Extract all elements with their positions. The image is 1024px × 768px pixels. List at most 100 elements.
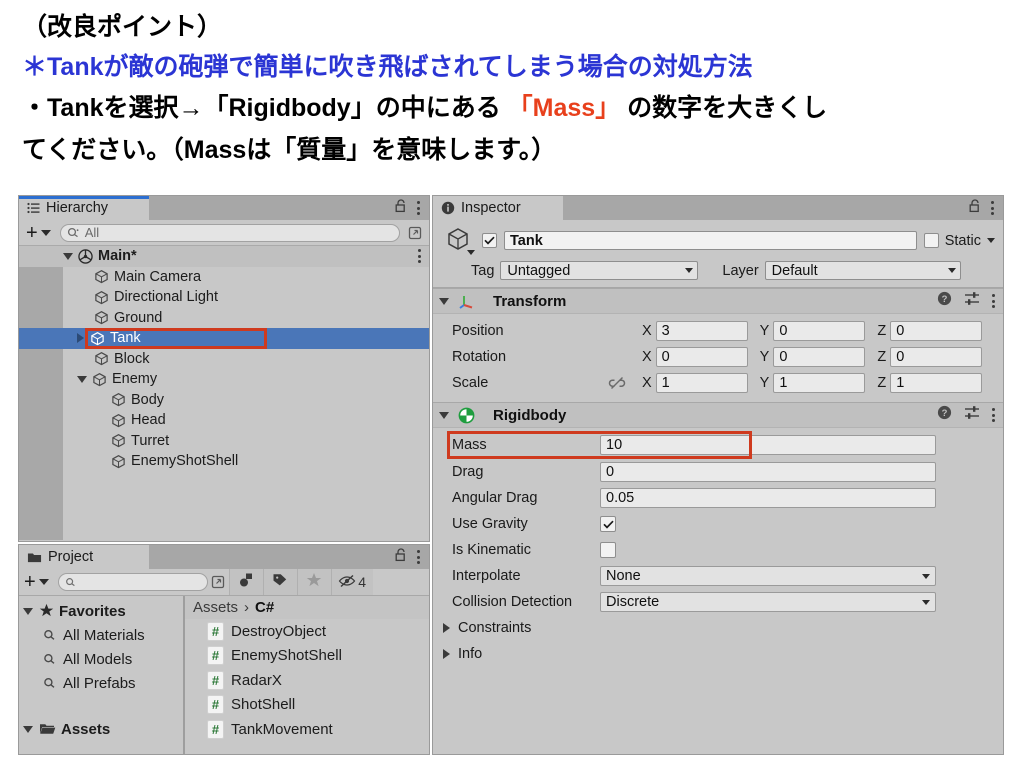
filter-by-type-button[interactable] (228, 569, 263, 595)
hierarchy-item-body[interactable]: Body (19, 390, 429, 411)
tab-hierarchy[interactable]: Hierarchy (19, 196, 149, 220)
help-circle-icon[interactable]: ? (937, 291, 952, 311)
component-header-rigidbody[interactable]: Rigidbody ? (433, 402, 1003, 428)
property-row-rotation: Rotation X 0 Y 0 Z 0 (433, 344, 1003, 370)
chevron-down-icon[interactable] (63, 252, 73, 260)
scale-y-field[interactable]: 1 (773, 373, 866, 393)
rotation-z-field[interactable]: 0 (890, 347, 983, 367)
position-z-field[interactable]: 0 (890, 321, 983, 341)
interpolate-dropdown[interactable]: None (600, 566, 936, 586)
project-search-expand-button[interactable] (208, 572, 229, 592)
kebab-menu-icon[interactable] (991, 201, 994, 215)
hierarchy-item-tank[interactable]: Tank (19, 328, 429, 349)
project-tree-all-materials[interactable]: All Materials (19, 623, 183, 647)
project-tree-label: All Materials (63, 626, 145, 644)
chevron-down-icon[interactable] (987, 238, 995, 243)
position-x-field[interactable]: 3 (655, 321, 748, 341)
scale-x-field[interactable]: 1 (655, 373, 748, 393)
property-row-info[interactable]: Info (433, 641, 1003, 667)
hierarchy-item-directional-light[interactable]: Directional Light (19, 287, 429, 308)
axis-label-x: X (642, 375, 652, 391)
hidden-assets-button[interactable]: 4 (330, 569, 373, 595)
tag-dropdown[interactable]: Untagged (500, 261, 699, 280)
project-search-input[interactable] (57, 573, 208, 591)
broken-link-icon[interactable] (608, 376, 642, 390)
hierarchy-item-enemy[interactable]: Enemy (19, 369, 429, 390)
hierarchy-item-label: Main Camera (114, 268, 202, 285)
chevron-right-icon[interactable] (77, 333, 84, 344)
hierarchy-item-enemyshotshell[interactable]: EnemyShotShell (19, 451, 429, 472)
breadcrumb-root[interactable]: Assets (193, 599, 238, 616)
search-icon (43, 629, 57, 642)
kebab-menu-icon[interactable] (992, 294, 995, 308)
hierarchy-tabbar: Hierarchy (19, 196, 429, 220)
hierarchy-item-main-camera[interactable]: Main Camera (19, 267, 429, 288)
create-object-button[interactable]: + (23, 223, 56, 243)
file-name: TankMovement (231, 720, 333, 738)
create-asset-button[interactable]: + (21, 572, 54, 592)
chevron-down-icon[interactable] (23, 725, 33, 733)
project-tree[interactable]: Favorites All Materials All Models All P… (19, 596, 185, 754)
svg-text:?: ? (942, 294, 948, 305)
static-checkbox[interactable] (923, 233, 939, 248)
rotation-x-field[interactable]: 0 (655, 347, 748, 367)
hierarchy-item-turret[interactable]: Turret (19, 431, 429, 452)
property-label: Info (458, 646, 483, 662)
kebab-menu-icon[interactable] (417, 201, 420, 215)
tab-inspector[interactable]: Inspector (433, 196, 563, 220)
project-toolbar: + 4 (19, 569, 429, 596)
chevron-down-icon[interactable] (439, 411, 449, 419)
hierarchy-search-input[interactable]: All (59, 223, 400, 242)
list-item[interactable]: # TankMovement (185, 717, 429, 742)
tab-project[interactable]: Project (19, 545, 149, 569)
game-object-cube-icon[interactable] (441, 226, 475, 255)
project-tree-all-models[interactable]: All Models (19, 647, 183, 671)
filter-by-favorite-button[interactable] (296, 569, 331, 595)
hierarchy-item-label: Enemy (112, 371, 158, 388)
project-tree-favorites[interactable]: Favorites (19, 599, 183, 623)
chevron-down-icon[interactable] (23, 607, 33, 615)
list-item[interactable]: # EnemyShotShell (185, 644, 429, 669)
preset-sliders-icon[interactable] (964, 405, 980, 425)
chevron-down-icon[interactable] (439, 297, 449, 305)
hierarchy-item-ground[interactable]: Ground (19, 308, 429, 329)
scale-z-field[interactable]: 1 (890, 373, 983, 393)
filter-by-label-button[interactable] (262, 569, 297, 595)
position-y-field[interactable]: 0 (773, 321, 866, 341)
project-tree-all-prefabs[interactable]: All Prefabs (19, 671, 183, 695)
help-circle-icon[interactable]: ? (937, 405, 952, 425)
hierarchy-scene-row[interactable]: Main* (19, 246, 429, 267)
is-kinematic-checkbox[interactable] (600, 542, 616, 558)
object-enabled-checkbox[interactable] (482, 233, 497, 248)
layer-dropdown[interactable]: Default (764, 261, 961, 280)
preset-sliders-icon[interactable] (964, 291, 980, 311)
kebab-menu-icon[interactable] (992, 408, 995, 422)
lock-open-icon[interactable] (969, 198, 981, 218)
lock-open-icon[interactable] (395, 198, 407, 218)
collision-detection-dropdown[interactable]: Discrete (600, 592, 936, 612)
component-header-transform[interactable]: Transform ? (433, 288, 1003, 314)
rotation-y-field[interactable]: 0 (773, 347, 866, 367)
project-content[interactable]: Assets › C# # DestroyObject # EnemyShotS… (185, 596, 429, 754)
hierarchy-item-label: Tank (110, 330, 141, 347)
object-name-field[interactable]: Tank (504, 231, 917, 250)
hierarchy-item-block[interactable]: Block (19, 349, 429, 370)
mass-field[interactable]: 10 (600, 435, 936, 455)
project-tree-assets[interactable]: Assets (19, 717, 183, 741)
property-label: Rotation (452, 349, 507, 365)
hierarchy-tree[interactable]: Main* Main Camera Directional Light Grou… (19, 246, 429, 540)
hierarchy-item-head[interactable]: Head (19, 410, 429, 431)
property-row-angular-drag: Angular Drag 0.05 (433, 485, 1003, 511)
lock-open-icon[interactable] (395, 547, 407, 567)
drag-field[interactable]: 0 (600, 462, 936, 482)
use-gravity-checkbox[interactable] (600, 516, 616, 532)
chevron-down-icon[interactable] (77, 375, 87, 383)
hierarchy-search-expand-button[interactable] (404, 223, 425, 243)
list-item[interactable]: # RadarX (185, 668, 429, 693)
angular-drag-field[interactable]: 0.05 (600, 488, 936, 508)
list-item[interactable]: # ShotShell (185, 693, 429, 718)
kebab-menu-icon[interactable] (417, 550, 420, 564)
property-row-constraints[interactable]: Constraints (433, 615, 1003, 641)
scene-kebab-menu-icon[interactable] (418, 249, 421, 264)
list-item[interactable]: # DestroyObject (185, 619, 429, 644)
